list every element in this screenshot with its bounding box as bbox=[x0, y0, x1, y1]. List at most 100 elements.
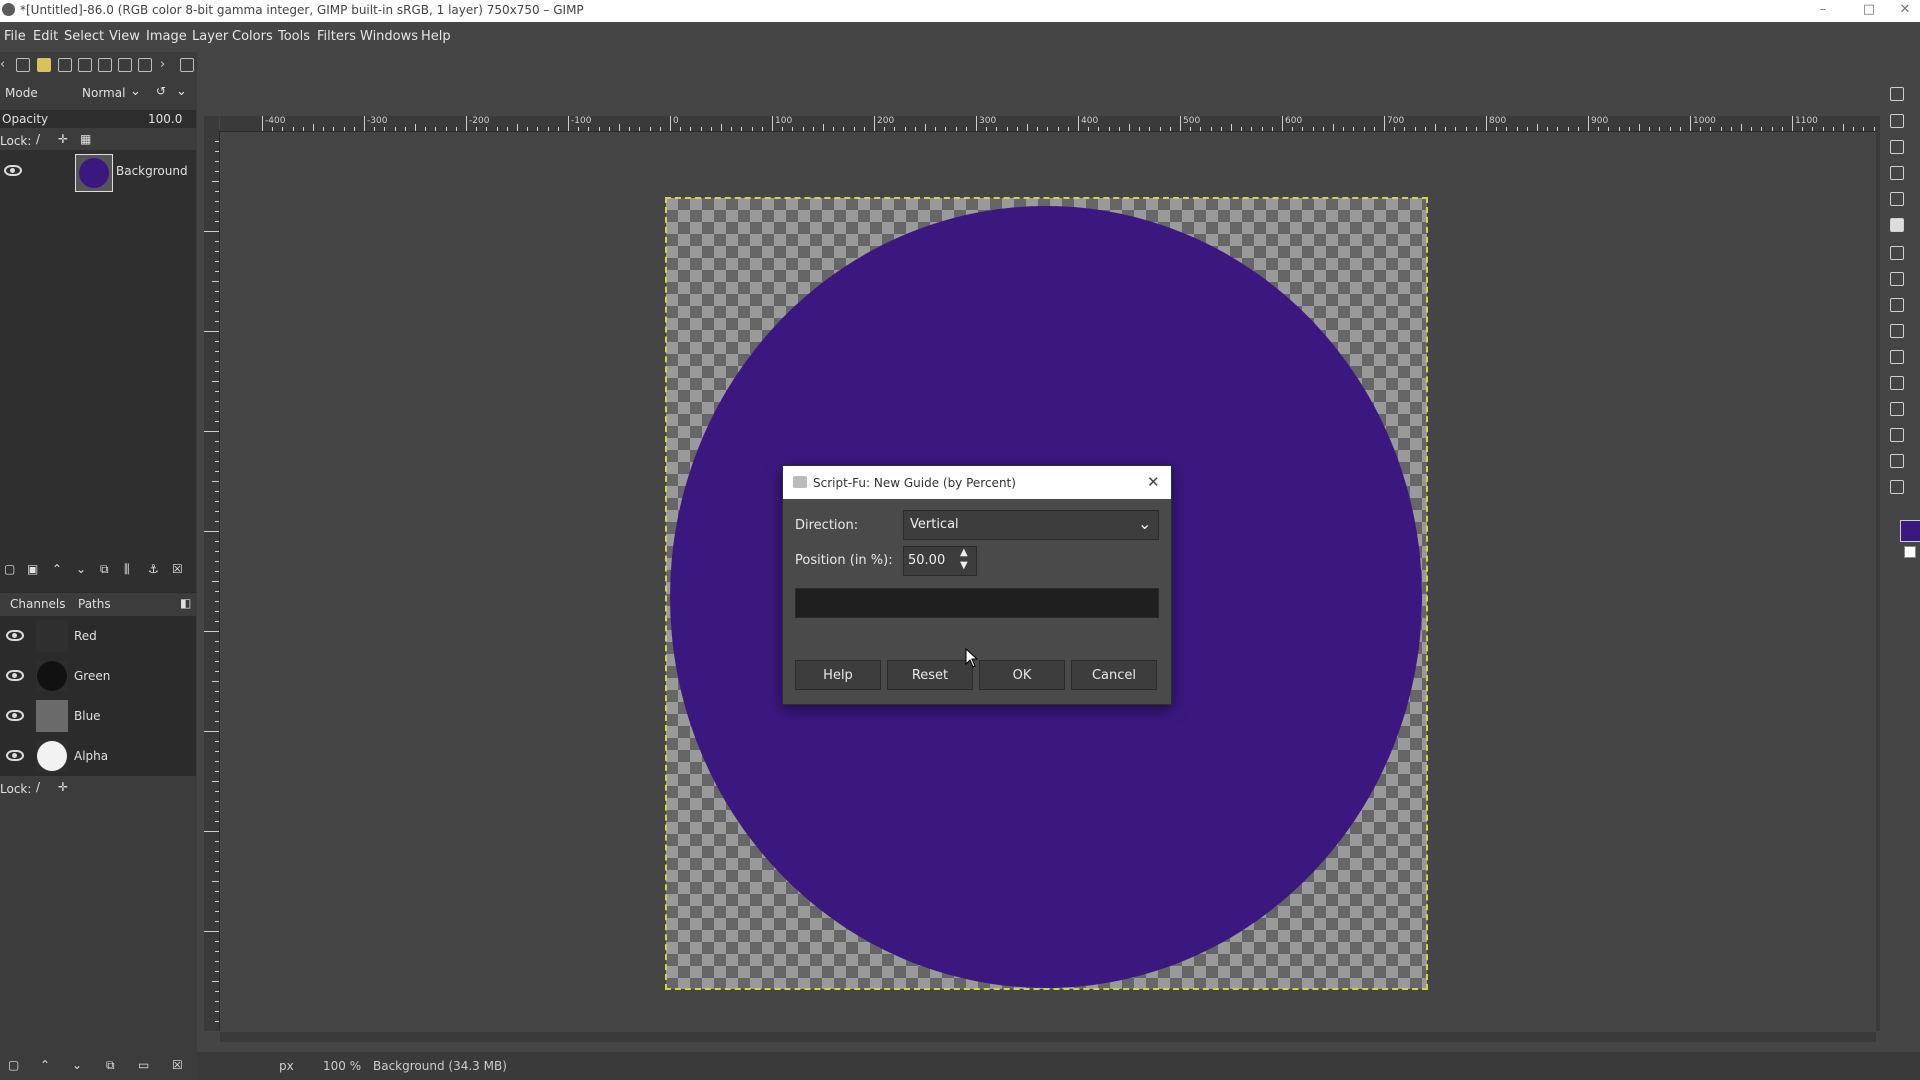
duplicate-layer-icon[interactable]: ⧉ bbox=[100, 562, 109, 577]
fuzzy-select-icon[interactable] bbox=[1890, 166, 1904, 180]
dialog-close-icon[interactable]: ✕ bbox=[1147, 473, 1160, 491]
opacity-slider[interactable]: Opacity 100.0 bbox=[0, 110, 196, 128]
lock-pixels-icon[interactable]: / bbox=[36, 780, 40, 794]
menu-file[interactable]: File bbox=[4, 29, 26, 44]
eye-icon[interactable] bbox=[6, 750, 24, 761]
new-layer-icon[interactable]: ▣ bbox=[27, 562, 38, 576]
position-spinbox[interactable]: 50.00 ▲ ▼ bbox=[903, 546, 977, 576]
text-tool-icon[interactable] bbox=[1890, 298, 1904, 312]
lower-channel-icon[interactable]: ⌄ bbox=[72, 1058, 82, 1072]
lower-layer-icon[interactable]: ⌄ bbox=[76, 562, 86, 576]
warp-tool-icon[interactable] bbox=[1890, 246, 1904, 260]
brush-icon[interactable] bbox=[58, 58, 72, 72]
paths-tool-icon[interactable] bbox=[1890, 272, 1904, 286]
lock-position-icon[interactable]: ✛ bbox=[58, 780, 68, 794]
smudge-tool-icon[interactable] bbox=[1890, 428, 1904, 442]
ruler-minor-tick bbox=[212, 581, 219, 582]
menu-image[interactable]: Image bbox=[146, 29, 187, 44]
menu-select[interactable]: Select bbox=[64, 29, 104, 44]
reset-button[interactable]: Reset bbox=[887, 660, 973, 690]
bucket-fill-icon[interactable] bbox=[1890, 324, 1904, 338]
move-tool-icon[interactable] bbox=[1890, 87, 1904, 101]
spin-up-icon[interactable]: ▲ bbox=[960, 547, 968, 558]
unit-select[interactable]: px bbox=[279, 1059, 294, 1073]
configure-icon[interactable] bbox=[180, 58, 194, 72]
ruler-minor-tick bbox=[215, 301, 219, 302]
raise-layer-icon[interactable]: ⌃ bbox=[52, 562, 62, 576]
align-tool-icon[interactable] bbox=[1890, 114, 1904, 128]
eye-icon[interactable] bbox=[6, 710, 24, 721]
channel-row-green[interactable]: Green bbox=[0, 656, 196, 696]
eraser-icon[interactable] bbox=[1890, 376, 1904, 390]
measure-tool-icon[interactable] bbox=[1890, 454, 1904, 468]
zoom-select[interactable]: 100 % bbox=[323, 1059, 361, 1073]
ruler-minor-tick bbox=[215, 291, 219, 292]
foreground-color-swatch[interactable] bbox=[1900, 520, 1920, 542]
minimize-button[interactable]: – bbox=[1808, 0, 1838, 22]
menu-view[interactable]: View bbox=[109, 29, 140, 44]
ruler-corner[interactable] bbox=[204, 116, 219, 131]
rect-icon[interactable] bbox=[78, 58, 92, 72]
delete-layer-icon[interactable]: ☒ bbox=[172, 562, 183, 576]
chevron-left-icon[interactable]: ‹ bbox=[0, 57, 14, 72]
eye-icon[interactable] bbox=[6, 670, 24, 681]
menu-layer[interactable]: Layer bbox=[192, 29, 228, 44]
menu-help[interactable]: Help bbox=[421, 29, 451, 44]
menu-filters[interactable]: Filters bbox=[317, 29, 356, 44]
edit-icon[interactable] bbox=[16, 58, 30, 72]
new-layer-group-icon[interactable]: ▢ bbox=[4, 562, 15, 576]
horizontal-scrollbar[interactable] bbox=[220, 1032, 1876, 1042]
channel-to-selection-icon[interactable]: ▭ bbox=[138, 1058, 149, 1072]
menu-tools[interactable]: Tools bbox=[278, 29, 310, 44]
new-channel-icon[interactable]: ▢ bbox=[8, 1058, 19, 1072]
channel-row-blue[interactable]: Blue bbox=[0, 696, 196, 736]
lock-position-icon[interactable]: ✛ bbox=[58, 132, 68, 146]
clone-tool-icon[interactable] bbox=[1890, 402, 1904, 416]
ruler-minor-tick bbox=[1639, 124, 1640, 131]
channel-row-red[interactable]: Red bbox=[0, 616, 196, 656]
channels-tabbar: Channels Paths ◧ bbox=[0, 592, 196, 615]
transform-tool-icon[interactable] bbox=[1890, 218, 1904, 232]
menu-colors[interactable]: Colors bbox=[232, 29, 273, 44]
list-icon[interactable] bbox=[118, 58, 132, 72]
image-icon[interactable] bbox=[98, 58, 112, 72]
chevron-right-icon[interactable]: › bbox=[160, 57, 174, 72]
anchor-layer-icon[interactable]: ⚓ bbox=[148, 562, 159, 576]
duplicate-channel-icon[interactable]: ⧉ bbox=[106, 1058, 115, 1073]
reset-mode-icon[interactable]: ↺ bbox=[156, 84, 166, 98]
tab-channels[interactable]: Channels bbox=[10, 597, 66, 611]
pencil-yellow-icon[interactable] bbox=[37, 58, 51, 72]
direction-select[interactable]: Vertical ⌄ bbox=[903, 510, 1159, 540]
eye-icon[interactable] bbox=[4, 165, 22, 176]
delete-channel-icon[interactable]: ☒ bbox=[172, 1058, 183, 1072]
background-color-swatch[interactable] bbox=[1904, 546, 1916, 558]
merge-layer-icon[interactable]: ⫼ bbox=[124, 562, 130, 577]
help-button[interactable]: Help bbox=[795, 660, 881, 690]
cancel-button[interactable]: Cancel bbox=[1071, 660, 1157, 690]
top-ruler[interactable]: -400 -300 -200 -100 0 100 200 300 400 500 600 700 80… bbox=[220, 116, 1885, 132]
menu-windows[interactable]: Windows bbox=[360, 29, 418, 44]
spin-down-icon[interactable]: ▼ bbox=[960, 560, 968, 571]
mode-select[interactable]: Normal bbox=[82, 86, 125, 100]
lock-pixels-icon[interactable]: / bbox=[36, 132, 40, 146]
layer-row-background[interactable]: Background bbox=[0, 150, 196, 192]
tab-paths[interactable]: Paths bbox=[78, 597, 111, 611]
left-ruler[interactable] bbox=[204, 131, 220, 1031]
lock-alpha-icon[interactable]: ▦ bbox=[80, 132, 91, 146]
ruler-label: 500 bbox=[1183, 116, 1201, 126]
free-select-icon[interactable] bbox=[1890, 140, 1904, 154]
channel-row-alpha[interactable]: Alpha bbox=[0, 736, 196, 776]
configure-tab-icon[interactable]: ◧ bbox=[180, 596, 191, 610]
raise-channel-icon[interactable]: ⌃ bbox=[40, 1058, 50, 1072]
crop-tool-icon[interactable] bbox=[1890, 192, 1904, 206]
ruler-minor-tick bbox=[1047, 127, 1049, 131]
zoom-tool-icon[interactable] bbox=[1890, 480, 1904, 494]
paintbrush-icon[interactable] bbox=[1890, 350, 1904, 364]
menu-edit[interactable]: Edit bbox=[33, 29, 58, 44]
maximize-button[interactable]: □ bbox=[1854, 0, 1884, 22]
ok-button[interactable]: OK bbox=[979, 660, 1065, 690]
close-window-button[interactable]: ✕ bbox=[1890, 0, 1920, 22]
ruler-label: 1000 bbox=[1693, 116, 1716, 126]
eye-icon[interactable] bbox=[6, 630, 24, 641]
undo-icon[interactable] bbox=[138, 58, 152, 72]
